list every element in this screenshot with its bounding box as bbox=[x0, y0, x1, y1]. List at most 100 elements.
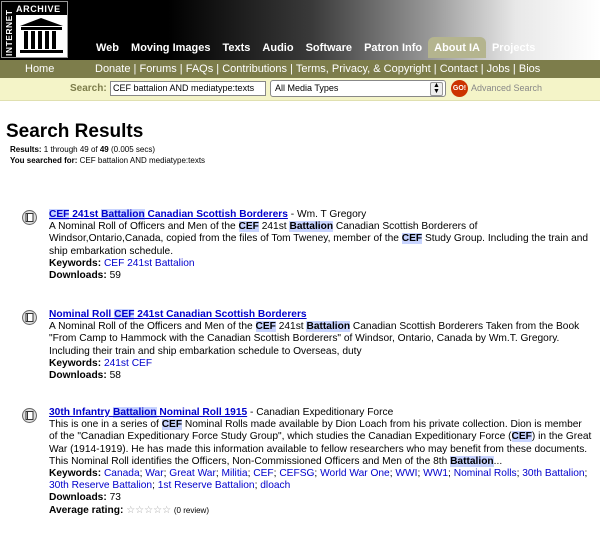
result-downloads: Downloads: 58 bbox=[49, 370, 592, 382]
subnav-contributions-link[interactable]: Contributions bbox=[222, 63, 287, 75]
keyword-link[interactable]: Militia bbox=[222, 468, 248, 479]
book-icon bbox=[22, 210, 37, 225]
keyword-link[interactable]: WW1 bbox=[423, 468, 448, 479]
subnav-donate-link[interactable]: Donate bbox=[95, 63, 130, 75]
downloads-count: 58 bbox=[109, 370, 121, 382]
title-highlight: CEF bbox=[114, 309, 135, 320]
search-query-text: CEF battalion AND mediatype:texts bbox=[79, 156, 206, 165]
book-icon bbox=[22, 408, 37, 423]
logo-horizontal-text: ARCHIVE bbox=[16, 4, 61, 14]
downloads-count: 59 bbox=[109, 270, 121, 282]
subnav-terms-link[interactable]: Terms, Privacy, & Copyright bbox=[296, 63, 431, 75]
keyword-link[interactable]: Nominal Rolls bbox=[454, 468, 517, 479]
title-text: Canadian Scottish Borderers bbox=[144, 209, 288, 220]
result-downloads: Downloads: 73 bbox=[49, 492, 592, 504]
title-highlight: Battalion bbox=[101, 209, 145, 220]
title-text: 30th Infantry bbox=[49, 407, 113, 418]
search-label: Search: bbox=[70, 83, 107, 94]
tab-moving-images[interactable]: Moving Images bbox=[125, 37, 216, 58]
page-title: Search Results bbox=[6, 121, 144, 142]
keyword-link[interactable]: WWI bbox=[395, 468, 417, 479]
rating-label: Average rating: bbox=[49, 504, 124, 516]
internet-archive-logo[interactable]: INTERNET ARCHIVE bbox=[1, 1, 68, 58]
downloads-label: Downloads: bbox=[49, 492, 107, 504]
subnav-jobs-link[interactable]: Jobs bbox=[487, 63, 510, 75]
tab-web[interactable]: Web bbox=[90, 37, 125, 58]
keyword-link[interactable]: War bbox=[145, 468, 163, 479]
result-author: - Canadian Expeditionary Force bbox=[247, 407, 394, 418]
keyword-link[interactable]: dloach bbox=[260, 480, 290, 491]
title-highlight: Battalion bbox=[112, 407, 157, 418]
title-text: 241st Canadian Scottish Borderers bbox=[134, 309, 307, 320]
review-count: (0 review) bbox=[173, 505, 209, 515]
keyword-link[interactable]: CEF bbox=[253, 468, 273, 479]
result-rating: Average rating: ☆☆☆☆☆ (0 review) bbox=[49, 505, 592, 517]
keyword-link[interactable]: Canada bbox=[104, 468, 140, 479]
book-icon bbox=[22, 310, 37, 325]
result-body: CEF 241st Battalion Canadian Scottish Bo… bbox=[49, 209, 592, 282]
keyword-link[interactable]: Great War bbox=[169, 468, 216, 479]
go-button[interactable]: GO! bbox=[451, 80, 468, 97]
media-type-selected: All Media Types bbox=[275, 83, 339, 93]
logo-vertical-text: INTERNET bbox=[4, 9, 14, 57]
result-title-link[interactable]: Nominal Roll CEF 241st Canadian Scottish… bbox=[49, 309, 307, 320]
keyword-link[interactable]: 30th Reserve Battalion bbox=[49, 480, 152, 491]
result-description: A Nominal Roll of Officers and Men of th… bbox=[49, 221, 589, 257]
title-text: 241st bbox=[69, 209, 102, 220]
keyword-link[interactable]: CEFSG bbox=[279, 468, 314, 479]
you-searched-label: You searched for: bbox=[10, 156, 78, 165]
result-description: This is one in a series of CEF Nominal R… bbox=[49, 419, 592, 467]
temple-icon bbox=[16, 15, 67, 57]
result-body: 30th Infantry Battalion Nominal Roll 191… bbox=[49, 407, 592, 517]
keywords-label: Keywords: bbox=[49, 468, 102, 480]
result-author: - Wm. T Gregory bbox=[287, 209, 367, 220]
advanced-search-link[interactable]: Advanced Search bbox=[471, 83, 542, 93]
tab-about-ia[interactable]: About IA bbox=[428, 37, 486, 58]
result-keywords: Keywords: CEF 241st Battalion bbox=[49, 258, 592, 270]
keyword-link[interactable]: World War One bbox=[320, 468, 390, 479]
keyword-link[interactable]: CEF 241st Battalion bbox=[104, 258, 195, 269]
result-title-link[interactable]: 30th Infantry Battalion Nominal Roll 191… bbox=[49, 407, 247, 418]
keyword-link[interactable]: 1st Reserve Battalion bbox=[158, 480, 255, 491]
subnav-home-link[interactable]: Home bbox=[25, 63, 54, 75]
results-meta: Results: 1 through 49 of 49 (0.005 secs)… bbox=[10, 144, 205, 166]
results-total: 49 bbox=[99, 145, 109, 154]
subnav-faqs-link[interactable]: FAQs bbox=[186, 63, 214, 75]
keywords-label: Keywords: bbox=[49, 257, 102, 269]
star-rating-icon[interactable]: ☆☆☆☆☆ bbox=[126, 505, 171, 516]
result-downloads: Downloads: 59 bbox=[49, 270, 592, 282]
tab-patron-info[interactable]: Patron Info bbox=[358, 37, 428, 58]
subnav-forums-link[interactable]: Forums bbox=[139, 63, 176, 75]
select-arrows-icon: ▲ ▼ bbox=[430, 82, 443, 96]
sub-nav: Home Donate | Forums | FAQs | Contributi… bbox=[0, 60, 600, 78]
result-keywords: Keywords: Canada; War; Great War; Militi… bbox=[49, 468, 588, 492]
results-timing: (0.005 secs) bbox=[111, 145, 156, 154]
subnav-links: Donate | Forums | FAQs | Contributions |… bbox=[95, 63, 541, 75]
keyword-link[interactable]: 241st CEF bbox=[104, 358, 152, 369]
result-keywords: Keywords: 241st CEF bbox=[49, 358, 592, 370]
tab-texts[interactable]: Texts bbox=[217, 37, 257, 58]
title-text: Nominal Roll 1915 bbox=[156, 407, 248, 418]
site-header: INTERNET ARCHIVE Web Moving Images Texts… bbox=[0, 0, 600, 60]
downloads-label: Downloads: bbox=[49, 370, 107, 382]
media-type-select[interactable]: All Media Types ▲ ▼ bbox=[270, 80, 446, 97]
subnav-contact-link[interactable]: Contact bbox=[440, 63, 478, 75]
tab-audio[interactable]: Audio bbox=[256, 37, 299, 58]
main-nav: Web Moving Images Texts Audio Software P… bbox=[90, 37, 541, 58]
keyword-link[interactable]: 30th Battalion bbox=[522, 468, 584, 479]
result-description: A Nominal Roll of the Officers and Men o… bbox=[49, 321, 580, 357]
results-label: Results: bbox=[10, 145, 42, 154]
keywords-label: Keywords: bbox=[49, 357, 102, 369]
title-highlight: CEF bbox=[49, 209, 70, 220]
downloads-label: Downloads: bbox=[49, 270, 107, 282]
result-title-link[interactable]: CEF 241st Battalion Canadian Scottish Bo… bbox=[49, 209, 288, 220]
tab-projects[interactable]: Projects bbox=[486, 37, 541, 58]
search-input[interactable]: CEF battalion AND mediatype:texts bbox=[110, 81, 266, 96]
downloads-count: 73 bbox=[109, 492, 121, 504]
tab-software[interactable]: Software bbox=[300, 37, 358, 58]
subnav-bios-link[interactable]: Bios bbox=[519, 63, 540, 75]
result-body: Nominal Roll CEF 241st Canadian Scottish… bbox=[49, 309, 592, 382]
search-bar: Search: CEF battalion AND mediatype:text… bbox=[0, 78, 600, 101]
results-range: 1 through 49 of bbox=[43, 145, 98, 154]
title-text: Nominal Roll bbox=[49, 309, 115, 320]
